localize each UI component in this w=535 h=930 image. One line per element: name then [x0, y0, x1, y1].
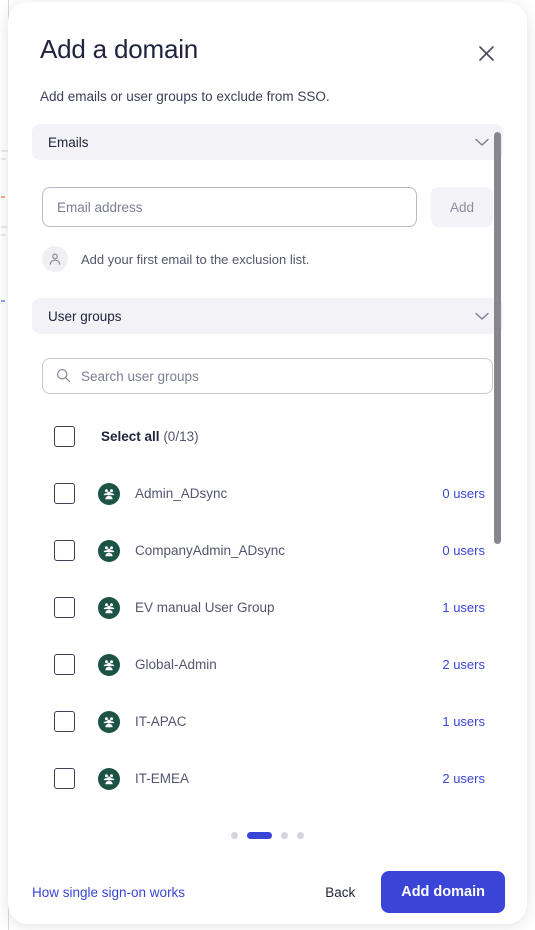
user-group-icon [98, 767, 120, 790]
row-checkbox[interactable] [54, 597, 75, 618]
section-header-emails-label: Emails [48, 134, 89, 150]
row-checkbox[interactable] [54, 483, 75, 504]
row-group-name: EV manual User Group [135, 600, 275, 615]
table-row[interactable]: IT-APAC 1 users [32, 693, 503, 750]
add-domain-dialog: Add a domain Add emails or user groups t… [8, 2, 527, 924]
email-add-row: Add [32, 187, 503, 227]
user-groups-list: Select all (0/13) Admin_ADsync 0 users C… [32, 408, 503, 807]
select-all-label: Select all (0/13) [101, 429, 199, 444]
user-group-icon [98, 653, 120, 676]
email-field[interactable] [42, 187, 417, 227]
scrollbar-thumb[interactable] [494, 132, 501, 544]
row-user-count[interactable]: 0 users [442, 486, 485, 501]
table-row[interactable]: CompanyAdmin_ADsync 0 users [32, 522, 503, 579]
row-group-name: CompanyAdmin_ADsync [135, 543, 286, 558]
pagination-dot[interactable] [281, 832, 288, 839]
add-email-button[interactable]: Add [431, 187, 493, 227]
user-group-icon [98, 710, 120, 733]
row-group-name: IT-APAC [135, 714, 187, 729]
table-row[interactable]: IT-EMEA 2 users [32, 750, 503, 807]
row-user-count[interactable]: 0 users [442, 543, 485, 558]
row-group-name: Global-Admin [135, 657, 217, 672]
select-all-count: (0/13) [163, 429, 199, 444]
dialog-footer: How single sign-on works Back Add domain [8, 860, 527, 924]
dialog-header: Add a domain [40, 2, 495, 66]
chevron-down-icon [475, 312, 489, 321]
row-user-count[interactable]: 2 users [442, 771, 485, 786]
user-group-icon [98, 596, 120, 619]
row-checkbox[interactable] [54, 540, 75, 561]
search-user-groups-wrap [42, 358, 493, 394]
section-header-user-groups-label: User groups [48, 308, 122, 324]
select-all-text: Select all [101, 429, 160, 444]
dialog-scroll-area: Emails Add Add your first [8, 120, 527, 820]
row-checkbox[interactable] [54, 768, 75, 789]
page-title: Add a domain [40, 34, 199, 64]
table-row[interactable]: Global-Admin 2 users [32, 636, 503, 693]
row-checkbox[interactable] [54, 654, 75, 675]
pagination-dot-active[interactable] [247, 832, 272, 839]
search-icon [56, 368, 71, 388]
person-icon [42, 246, 68, 272]
email-empty-hint: Add your first email to the exclusion li… [32, 246, 503, 272]
sso-help-link[interactable]: How single sign-on works [32, 885, 185, 900]
pagination-dot[interactable] [231, 832, 238, 839]
search-input[interactable] [42, 358, 493, 394]
table-row[interactable]: Admin_ADsync 0 users [32, 465, 503, 522]
email-empty-hint-text: Add your first email to the exclusion li… [81, 251, 310, 267]
back-button[interactable]: Back [321, 877, 359, 908]
footer-actions: Back Add domain [321, 871, 505, 913]
row-user-count[interactable]: 2 users [442, 657, 485, 672]
pagination-dot[interactable] [297, 832, 304, 839]
row-group-name: Admin_ADsync [135, 486, 228, 501]
close-icon[interactable] [473, 40, 499, 66]
select-all-checkbox[interactable] [54, 426, 75, 447]
user-group-icon [98, 482, 120, 505]
row-user-count[interactable]: 1 users [442, 600, 485, 615]
pagination-dots [8, 832, 527, 839]
user-group-icon [98, 539, 120, 562]
add-domain-button[interactable]: Add domain [381, 871, 505, 913]
section-header-user-groups[interactable]: User groups [32, 298, 503, 334]
chevron-down-icon [475, 138, 489, 147]
dialog-subtitle: Add emails or user groups to exclude fro… [40, 89, 330, 104]
row-checkbox[interactable] [54, 711, 75, 732]
section-header-emails[interactable]: Emails [32, 124, 503, 160]
row-user-count[interactable]: 1 users [442, 714, 485, 729]
scrollbar[interactable] [494, 124, 501, 814]
table-row[interactable]: EV manual User Group 1 users [32, 579, 503, 636]
row-group-name: IT-EMEA [135, 771, 190, 786]
select-all-row[interactable]: Select all (0/13) [32, 408, 503, 465]
